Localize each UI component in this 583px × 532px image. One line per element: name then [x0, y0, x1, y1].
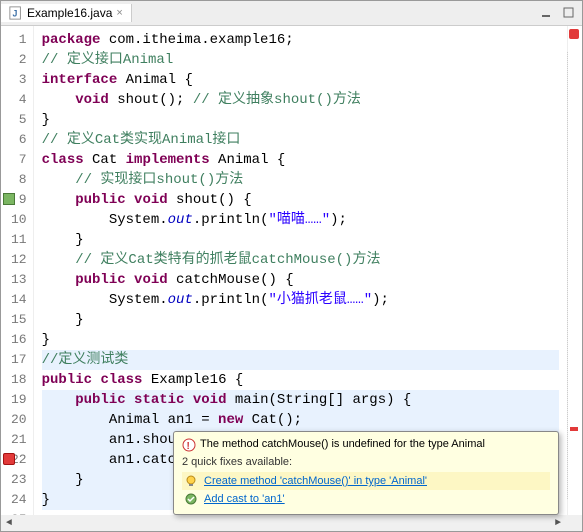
line-number: 7	[11, 150, 27, 170]
code-line[interactable]: // 实现接口shout()方法	[42, 170, 559, 190]
tooltip-title: The method catchMouse() is undefined for…	[200, 438, 485, 450]
editor-window: J Example16.java × 123456789101112131415…	[0, 0, 583, 532]
line-number: 12	[11, 250, 27, 270]
code-line[interactable]: interface Animal {	[42, 70, 559, 90]
svg-text:!: !	[187, 441, 190, 452]
code-line[interactable]: public void shout() {	[42, 190, 559, 210]
quickfix-option[interactable]: Add cast to 'an1'	[182, 492, 550, 506]
line-number: 9	[11, 190, 27, 210]
line-number: 13	[11, 270, 27, 290]
scroll-corner	[566, 515, 582, 531]
override-marker-icon	[3, 193, 15, 205]
code-line[interactable]: Animal an1 = new Cat();	[42, 410, 559, 430]
code-line[interactable]: void shout(); // 定义抽象shout()方法	[42, 90, 559, 110]
code-line[interactable]: System.out.println("喵喵……");	[42, 210, 559, 230]
line-number: 8	[11, 170, 27, 190]
code-line[interactable]: public void catchMouse() {	[42, 270, 559, 290]
scroll-left-button[interactable]: ◄	[1, 515, 17, 531]
line-number: 1	[11, 30, 27, 50]
line-number: 4	[11, 90, 27, 110]
code-line[interactable]: }	[42, 110, 559, 130]
line-gutter: 1234567891011121314151617181920212223242…	[1, 26, 34, 515]
code-line[interactable]: // 定义接口Animal	[42, 50, 559, 70]
code-line[interactable]: }	[42, 310, 559, 330]
lightbulb-icon	[184, 474, 198, 488]
line-number: 11	[11, 230, 27, 250]
line-number: 6	[11, 130, 27, 150]
line-number: 5	[11, 110, 27, 130]
print-margin	[566, 52, 568, 499]
cast-icon	[184, 492, 198, 506]
error-marker-icon	[3, 453, 15, 465]
scroll-right-button[interactable]: ►	[550, 515, 566, 531]
quickfix-option[interactable]: Create method 'catchMouse()' in type 'An…	[182, 472, 550, 490]
line-number: 24	[11, 490, 27, 510]
overview-ruler[interactable]	[567, 26, 582, 515]
line-number: 23	[11, 470, 27, 490]
line-number: 17	[11, 350, 27, 370]
line-number: 15	[11, 310, 27, 330]
quickfix-tooltip: ! The method catchMouse() is undefined f…	[173, 431, 559, 515]
svg-text:J: J	[13, 9, 18, 19]
overview-error-marker[interactable]	[569, 29, 579, 39]
line-number: 18	[11, 370, 27, 390]
code-line[interactable]: public class Example16 {	[42, 370, 559, 390]
error-icon: !	[182, 438, 196, 452]
line-number: 2	[11, 50, 27, 70]
code-line[interactable]: class Cat implements Animal {	[42, 150, 559, 170]
overview-error-marker[interactable]	[570, 427, 578, 431]
tooltip-subtitle: 2 quick fixes available:	[182, 456, 550, 468]
horizontal-scrollbar[interactable]: ◄ ►	[1, 515, 582, 531]
code-line[interactable]: }	[42, 230, 559, 250]
line-number: 25	[11, 510, 27, 515]
line-number: 19	[11, 390, 27, 410]
maximize-button[interactable]	[560, 6, 578, 20]
code-line[interactable]: public static void main(String[] args) {	[42, 390, 559, 410]
tab-close-icon[interactable]: ×	[116, 7, 122, 19]
line-number: 21	[11, 430, 27, 450]
line-number: 16	[11, 330, 27, 350]
code-line[interactable]: // 定义Cat类特有的抓老鼠catchMouse()方法	[42, 250, 559, 270]
scroll-track[interactable]	[17, 517, 550, 529]
line-number: 10	[11, 210, 27, 230]
line-number: 22	[11, 450, 27, 470]
code-line[interactable]: System.out.println("小猫抓老鼠……");	[42, 290, 559, 310]
code-line[interactable]: // 定义Cat类实现Animal接口	[42, 130, 559, 150]
code-line[interactable]: }	[42, 330, 559, 350]
line-number: 3	[11, 70, 27, 90]
code-line[interactable]: package com.itheima.example16;	[42, 30, 559, 50]
tab-title: Example16.java	[27, 6, 112, 20]
quickfix-link[interactable]: Create method 'catchMouse()' in type 'An…	[204, 475, 427, 487]
quickfix-link[interactable]: Add cast to 'an1'	[204, 493, 285, 505]
java-file-icon: J	[9, 6, 23, 20]
line-number: 14	[11, 290, 27, 310]
tab-bar: J Example16.java ×	[1, 1, 582, 26]
code-line[interactable]: //定义测试类	[42, 350, 559, 370]
file-tab[interactable]: J Example16.java ×	[1, 4, 132, 22]
line-number: 20	[11, 410, 27, 430]
minimize-button[interactable]	[538, 6, 556, 20]
